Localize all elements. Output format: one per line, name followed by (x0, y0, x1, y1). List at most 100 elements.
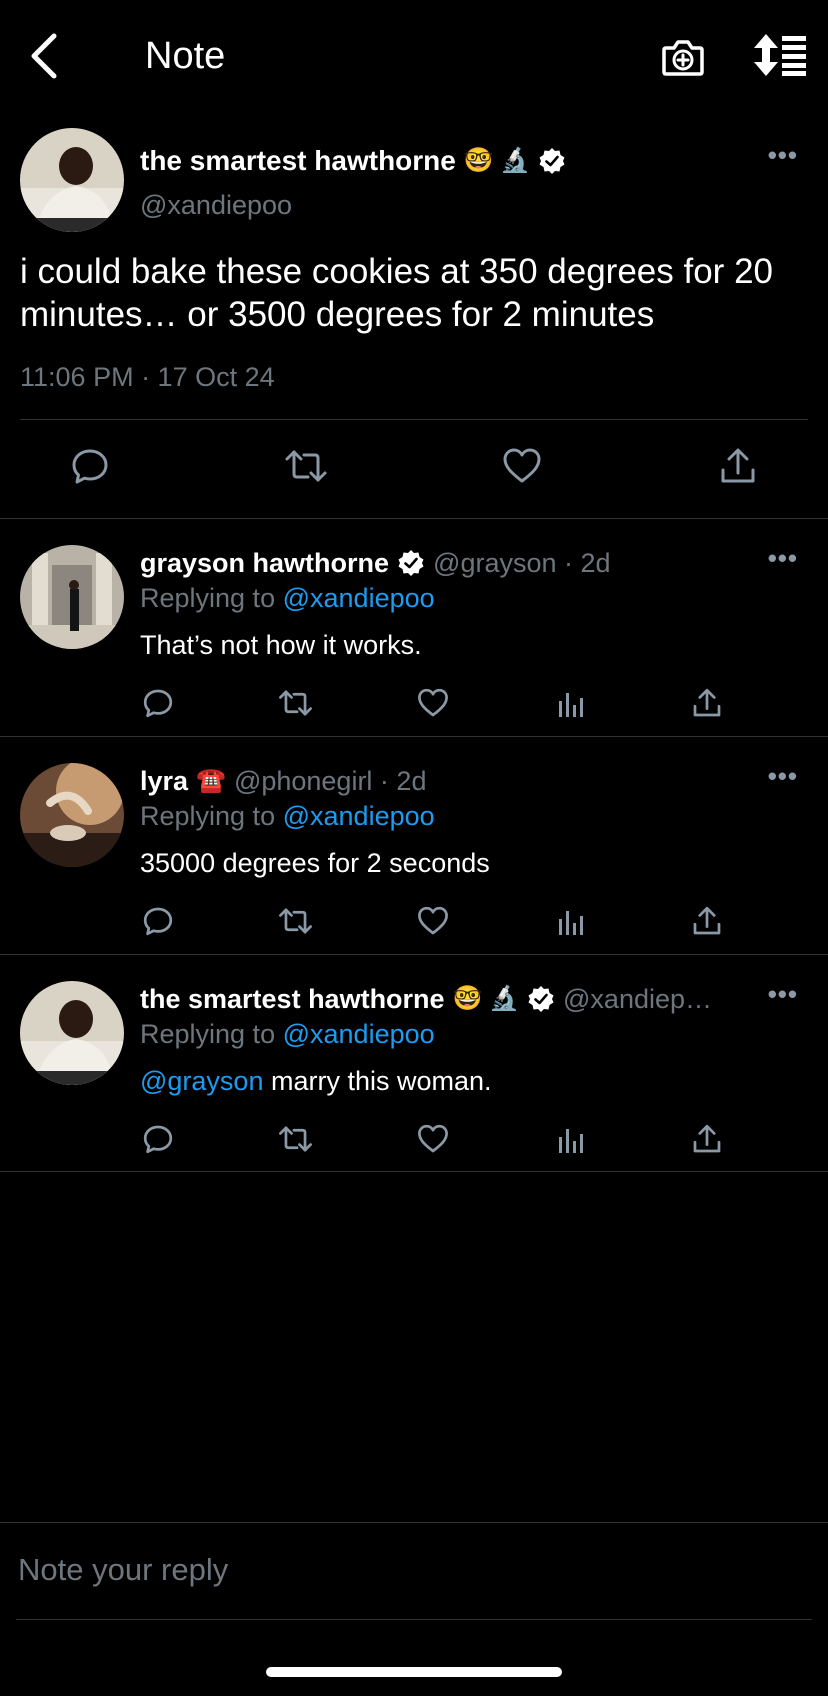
note-timestamp: 11:06 PM · 17 Oct 24 (20, 362, 275, 392)
sort-list-icon (754, 34, 806, 76)
bar-chart-icon (559, 911, 583, 935)
share-icon (693, 1124, 721, 1153)
note-actions (0, 446, 828, 506)
repost-icon (279, 1126, 312, 1152)
divider (16, 1619, 812, 1620)
repost-icon (279, 690, 312, 716)
reply-actions (0, 1123, 828, 1159)
author-emoji: 🤓 🔬 (463, 147, 531, 174)
verified-badge-icon (528, 986, 554, 1012)
author-line: the smartest hawthorne 🤓 🔬 (140, 142, 566, 180)
like-button[interactable] (502, 446, 542, 486)
reply-text: 35000 degrees for 2 seconds (140, 845, 490, 881)
analytics-button[interactable] (556, 687, 588, 719)
more-options-icon[interactable]: ••• (768, 979, 798, 1010)
heart-icon (418, 1124, 448, 1153)
share-button[interactable] (691, 687, 723, 719)
share-button[interactable] (691, 905, 723, 937)
mention-link[interactable]: @grayson (140, 1066, 263, 1096)
like-button[interactable] (417, 1123, 449, 1155)
comment-icon (143, 1125, 173, 1154)
avatar[interactable] (20, 545, 124, 649)
reply-body: That’s not how it works. (140, 630, 422, 660)
share-icon (693, 688, 721, 717)
camera-plus-icon (662, 40, 704, 76)
heart-icon (503, 448, 541, 483)
reply-text: @grayson marry this woman. (140, 1063, 492, 1099)
verified-badge-icon (539, 148, 565, 174)
reply-button[interactable] (142, 687, 174, 719)
reply-actions (0, 905, 828, 941)
reply-text: That’s not how it works. (140, 627, 422, 663)
author-name[interactable]: lyra (140, 763, 188, 799)
heart-icon (418, 688, 448, 717)
replying-prefix: Replying to (140, 1019, 276, 1049)
back-button[interactable] (24, 30, 68, 82)
share-button[interactable] (718, 446, 758, 486)
author-name[interactable]: grayson hawthorne (140, 545, 389, 581)
author-name[interactable]: the smartest hawthorne (140, 981, 445, 1017)
repost-button[interactable] (278, 1123, 312, 1155)
avatar[interactable] (20, 763, 124, 867)
share-button[interactable] (691, 1123, 723, 1155)
sort-button[interactable] (754, 34, 806, 76)
heart-icon (418, 906, 448, 935)
reply-body: 35000 degrees for 2 seconds (140, 848, 490, 878)
reply-button[interactable] (142, 905, 174, 937)
bar-chart-icon (559, 1129, 583, 1153)
replying-to: Replying to @xandiepoo (140, 801, 435, 832)
replying-to: Replying to @xandiepoo (140, 583, 435, 614)
like-button[interactable] (417, 687, 449, 719)
bar-chart-icon (559, 693, 583, 717)
comment-icon (143, 689, 173, 718)
more-options-icon[interactable]: ••• (768, 543, 798, 574)
reply-author-line: the smartest hawthorne 🤓 🔬 @xandiep… (140, 981, 760, 1017)
like-button[interactable] (417, 905, 449, 937)
replying-to: Replying to @xandiepoo (140, 1019, 435, 1050)
home-indicator[interactable] (266, 1667, 562, 1677)
repost-icon (285, 450, 327, 482)
share-icon (721, 448, 755, 483)
comment-icon (72, 449, 108, 484)
divider (20, 419, 808, 420)
replying-prefix: Replying to (140, 801, 276, 831)
camera-button[interactable] (660, 34, 706, 80)
repost-icon (279, 908, 312, 934)
verified-badge-icon (398, 550, 424, 576)
page-title: Note (145, 35, 226, 77)
author-emoji: 🤓 🔬 (452, 985, 520, 1012)
replying-to-link[interactable]: @xandiepoo (283, 1019, 435, 1049)
handle-and-time: @phonegirl · 2d (233, 766, 427, 796)
reply-input[interactable] (16, 1543, 800, 1597)
repost-button[interactable] (278, 687, 312, 719)
more-options-icon[interactable]: ••• (768, 140, 798, 171)
note-text: i could bake these cookies at 350 degree… (20, 252, 773, 334)
handle-and-time: @xandiep… (563, 984, 713, 1014)
replying-prefix: Replying to (140, 583, 276, 613)
handle-and-time: @grayson · 2d (433, 548, 611, 578)
avatar[interactable] (20, 981, 124, 1085)
replying-to-link[interactable]: @xandiepoo (283, 583, 435, 613)
replying-to-link[interactable]: @xandiepoo (283, 801, 435, 831)
author-handle[interactable]: @xandiepoo (140, 190, 292, 221)
reply-button[interactable] (142, 1123, 174, 1155)
list-item[interactable]: grayson hawthorne @grayson · 2d ••• Repl… (0, 518, 828, 735)
repost-button[interactable] (278, 905, 312, 937)
author-name[interactable]: the smartest hawthorne (140, 142, 456, 180)
reply-author-line: lyra ☎️ @phonegirl · 2d (140, 763, 760, 799)
analytics-button[interactable] (556, 1123, 588, 1155)
avatar[interactable] (20, 128, 124, 232)
reply-button[interactable] (70, 446, 110, 486)
author-emoji: ☎️ (196, 767, 226, 794)
reply-author-line: grayson hawthorne @grayson · 2d (140, 545, 760, 581)
reply-body: marry this woman. (263, 1066, 492, 1096)
share-icon (693, 906, 721, 935)
list-item[interactable]: the smartest hawthorne 🤓 🔬 @xandiep… •••… (0, 954, 828, 1172)
list-item[interactable]: lyra ☎️ @phonegirl · 2d ••• Replying to … (0, 736, 828, 953)
reply-composer (0, 1522, 828, 1619)
chevron-left-icon (31, 33, 57, 79)
analytics-button[interactable] (556, 905, 588, 937)
comment-icon (143, 907, 173, 936)
more-options-icon[interactable]: ••• (768, 761, 798, 792)
repost-button[interactable] (284, 446, 327, 486)
